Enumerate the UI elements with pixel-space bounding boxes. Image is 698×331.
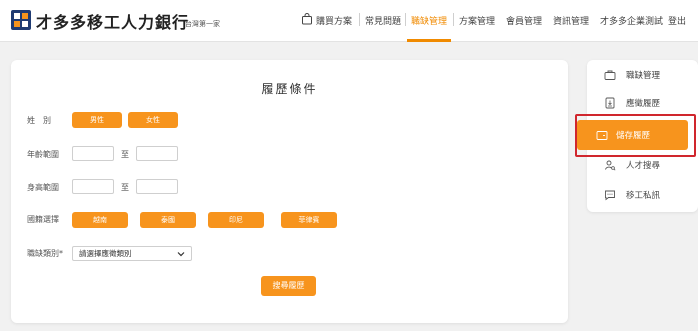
brand-title[interactable]: 才多多移工人力銀行 (36, 9, 189, 33)
top-header: 才多多移工人力銀行 台灣第一家 購買方案 常見問題 職缺管理 方案管理 會員管理… (0, 0, 698, 42)
nav-active-underline (407, 39, 451, 42)
nav-logout[interactable]: 登出 (668, 14, 686, 27)
side-item-label: 人才搜尋 (626, 161, 661, 171)
side-item-label: 應徵履歷 (626, 99, 661, 109)
shopping-bag-icon[interactable] (301, 13, 313, 25)
height-to-label: 至 (121, 183, 129, 192)
nav-divider (359, 13, 360, 26)
job-type-label: 職缺類別* (27, 249, 63, 258)
chevron-down-icon (177, 252, 185, 257)
side-item-job-management[interactable]: 職缺管理 (587, 64, 698, 86)
nationality-philippines-button[interactable]: 菲律賓 (281, 212, 337, 228)
nav-job-management[interactable]: 職缺管理 (411, 14, 447, 27)
nav-info-management[interactable]: 資訊管理 (553, 14, 589, 27)
side-item-label: 移工私訊 (626, 191, 661, 201)
gender-label: 姓 別 (27, 116, 51, 125)
nav-divider (453, 13, 454, 26)
nav-faq[interactable]: 常見問題 (365, 14, 401, 27)
search-resume-button[interactable]: 搜尋履歷 (261, 276, 316, 296)
age-label: 年齡範圍 (27, 150, 59, 159)
height-label: 身高範圍 (27, 183, 59, 192)
side-item-talent-search[interactable]: 人才搜尋 (587, 154, 698, 176)
age-max-input[interactable] (136, 146, 178, 161)
nav-divider (405, 13, 406, 26)
nav-plan-management[interactable]: 方案管理 (459, 14, 495, 27)
brand-subtitle: 台灣第一家 (185, 20, 220, 28)
folder-save-icon (596, 131, 608, 140)
user-search-icon (605, 160, 616, 171)
nationality-vietnam-button[interactable]: 越南 (72, 212, 128, 228)
side-item-saved-resumes[interactable]: 儲存履歷 (577, 120, 688, 150)
document-download-icon (605, 97, 615, 109)
chat-icon (605, 190, 615, 201)
side-item-worker-messages[interactable]: 移工私訊 (587, 184, 698, 206)
age-min-input[interactable] (72, 146, 114, 161)
side-item-applications[interactable]: 應徵履歷 (587, 92, 698, 114)
briefcase-icon (604, 70, 616, 80)
nationality-indonesia-button[interactable]: 印尼 (208, 212, 264, 228)
side-menu: 職缺管理 應徵履歷 儲存履歷 人才搜尋 移工私訊 (577, 60, 698, 212)
gender-male-button[interactable]: 男性 (72, 112, 122, 128)
nav-member-management[interactable]: 會員管理 (506, 14, 542, 27)
job-type-select-value: 請選擇應徵類別 (79, 249, 132, 258)
age-to-label: 至 (121, 150, 129, 159)
height-max-input[interactable] (136, 179, 178, 194)
page-title: 履歷條件 (261, 82, 318, 96)
nav-buy-plan[interactable]: 購買方案 (316, 14, 352, 27)
nationality-thailand-button[interactable]: 泰國 (140, 212, 196, 228)
gender-female-button[interactable]: 女性 (128, 112, 178, 128)
side-item-label: 職缺管理 (626, 71, 661, 81)
job-type-select[interactable]: 請選擇應徵類別 (72, 246, 192, 261)
height-min-input[interactable] (72, 179, 114, 194)
logo-icon[interactable] (10, 9, 32, 31)
resume-search-card: 履歷條件 姓 別 男性 女性 年齡範圍 至 身高範圍 至 國籍選擇 越南 泰國 … (11, 60, 568, 323)
side-item-label: 儲存履歷 (616, 131, 651, 141)
nav-user-name[interactable]: 才多多企業測試 (600, 14, 663, 27)
nationality-label: 國籍選擇 (27, 215, 59, 224)
